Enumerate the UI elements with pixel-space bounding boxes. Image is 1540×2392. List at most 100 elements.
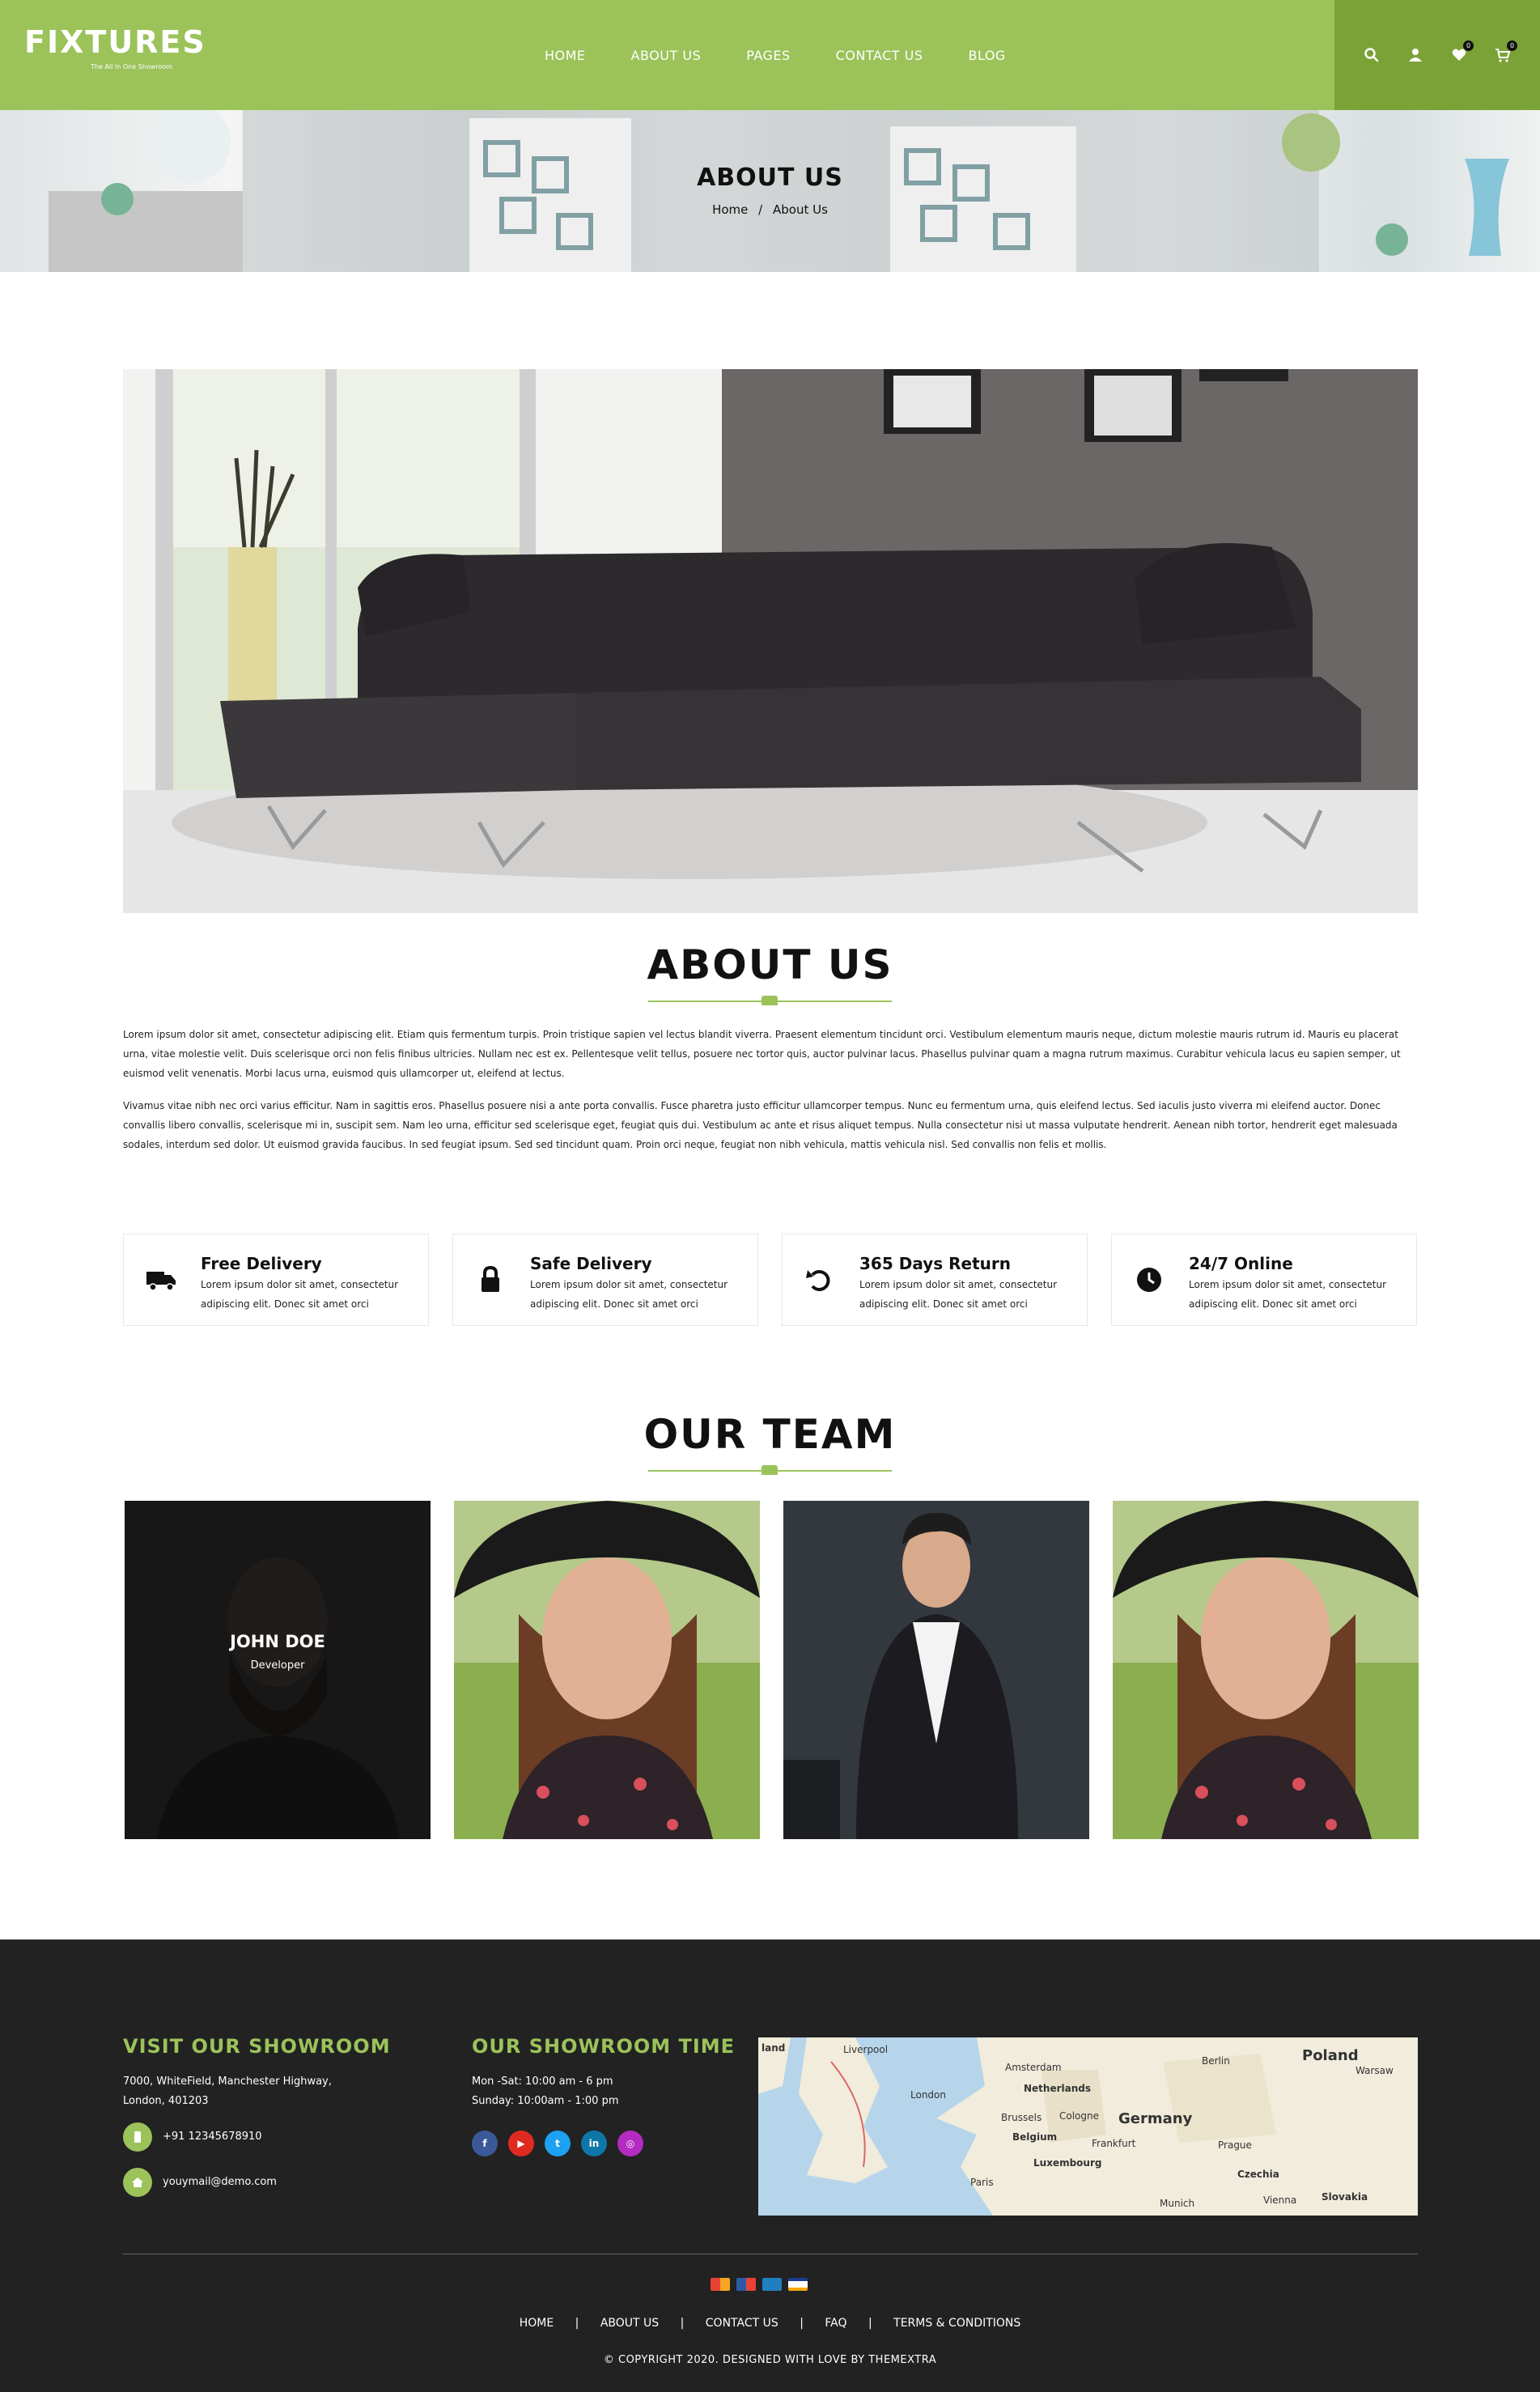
map-label-cologne: Cologne bbox=[1059, 2110, 1100, 2122]
footer-nav-separator: | bbox=[575, 2317, 579, 2330]
about-paragraph-2: Vivamus vitae nibh nec orci varius effic… bbox=[123, 1100, 1398, 1150]
feature-description: Lorem ipsum dolor sit amet, consectetur … bbox=[859, 1279, 1058, 1310]
nav-about-us[interactable]: ABOUT US bbox=[631, 48, 702, 63]
wishlist-count-badge: 0 bbox=[1463, 40, 1474, 51]
team-member-card[interactable] bbox=[454, 1501, 760, 1839]
logo[interactable]: FIXTURES The All In One Showroom bbox=[24, 24, 206, 70]
return-icon bbox=[804, 1265, 836, 1294]
map-label-berlin: Berlin bbox=[1202, 2055, 1230, 2067]
team-member-photo bbox=[1113, 1501, 1419, 1839]
footer-nav-separator: | bbox=[680, 2317, 685, 2330]
footer-nav-about-us[interactable]: ABOUT US bbox=[600, 2317, 659, 2330]
breadcrumb-separator: / bbox=[758, 202, 763, 217]
about-title-divider bbox=[648, 996, 892, 1005]
footer-nav: HOME | ABOUT US | CONTACT US | FAQ | TER… bbox=[0, 2317, 1540, 2330]
instagram-icon[interactable]: ◎ bbox=[617, 2131, 643, 2156]
feature-description: Lorem ipsum dolor sit amet, consectetur … bbox=[1189, 1279, 1387, 1310]
lock-icon bbox=[474, 1265, 507, 1294]
search-icon[interactable] bbox=[1364, 47, 1380, 63]
logo-tagline: The All In One Showroom bbox=[91, 63, 172, 70]
showroom-email[interactable]: youymail@demo.com bbox=[163, 2173, 277, 2192]
feature-description: Lorem ipsum dolor sit amet, consectetur … bbox=[201, 1279, 399, 1310]
map-label-netherlands: Netherlands bbox=[1024, 2083, 1092, 2094]
footer-nav-separator: | bbox=[800, 2317, 804, 2330]
team-member-photo bbox=[454, 1501, 760, 1839]
footer-nav-contact-us[interactable]: CONTACT US bbox=[706, 2317, 778, 2330]
feature-card-safe-delivery: Safe Delivery Lorem ipsum dolor sit amet… bbox=[452, 1234, 758, 1326]
divider-ornament bbox=[762, 1465, 778, 1475]
team-section-title: OUR TEAM bbox=[643, 1411, 897, 1458]
showroom-phone[interactable]: +91 12345678910 bbox=[163, 2127, 262, 2147]
map-label-luxembourg: Luxembourg bbox=[1033, 2157, 1102, 2169]
page-banner: ABOUT US Home / About Us bbox=[0, 110, 1540, 272]
feature-title: Free Delivery bbox=[201, 1254, 322, 1273]
map-land-shapes bbox=[758, 2037, 1418, 2216]
twitter-icon[interactable]: t bbox=[545, 2131, 571, 2156]
team-member-card[interactable] bbox=[1113, 1501, 1419, 1839]
nav-blog[interactable]: BLOG bbox=[969, 48, 1006, 63]
footer-nav-faq[interactable]: FAQ bbox=[825, 2317, 846, 2330]
youtube-icon[interactable]: ▶ bbox=[508, 2131, 534, 2156]
feature-title: Safe Delivery bbox=[530, 1254, 652, 1273]
footer-nav-terms[interactable]: TERMS & CONDITIONS bbox=[893, 2317, 1020, 2330]
truck-icon bbox=[145, 1265, 177, 1294]
team-member-role: Developer bbox=[250, 1659, 305, 1672]
map-label-paris: Paris bbox=[970, 2177, 994, 2188]
breadcrumb-home[interactable]: Home bbox=[712, 202, 748, 217]
nav-contact-us[interactable]: CONTACT US bbox=[836, 48, 923, 63]
site-header: FIXTURES The All In One Showroom HOME AB… bbox=[0, 0, 1540, 110]
header-icon-panel: 0 0 bbox=[1334, 0, 1540, 110]
facebook-icon[interactable]: f bbox=[472, 2131, 498, 2156]
map-label-munich: Munich bbox=[1160, 2198, 1195, 2209]
footer-nav-home[interactable]: HOME bbox=[520, 2317, 554, 2330]
phone-icon bbox=[123, 2122, 152, 2152]
main-nav: HOME ABOUT US PAGES CONTACT US BLOG bbox=[545, 0, 1006, 110]
logo-text: FIXTURES bbox=[24, 24, 206, 60]
site-footer: VISIT OUR SHOWROOM 7000, WhiteField, Man… bbox=[0, 1940, 1540, 2392]
showroom-time-heading: OUR SHOWROOM TIME bbox=[472, 2035, 736, 2058]
team-member-card[interactable] bbox=[783, 1501, 1089, 1839]
team-member-name: JOHN DOE bbox=[230, 1632, 325, 1651]
showroom-address-line2: London, 401203 bbox=[123, 2095, 209, 2107]
team-title-divider bbox=[648, 1465, 892, 1475]
paypal-icon bbox=[762, 2278, 782, 2291]
user-icon[interactable] bbox=[1407, 47, 1423, 63]
showroom-address-line1: 7000, WhiteField, Manchester Highway, bbox=[123, 2075, 332, 2088]
maestro-icon bbox=[736, 2278, 756, 2291]
breadcrumb: Home / About Us bbox=[0, 202, 1540, 217]
linkedin-icon[interactable]: in bbox=[581, 2131, 607, 2156]
about-paragraph-1: Lorem ipsum dolor sit amet, consectetur … bbox=[123, 1029, 1401, 1079]
map-label-prague: Prague bbox=[1218, 2139, 1252, 2151]
team-member-card[interactable]: JOHN DOE Developer bbox=[125, 1501, 431, 1839]
clock-icon bbox=[1133, 1265, 1165, 1294]
feature-card-24-7-online: 24/7 Online Lorem ipsum dolor sit amet, … bbox=[1111, 1234, 1417, 1326]
showroom-map[interactable]: land Liverpool London Amsterdam Netherla… bbox=[758, 2037, 1418, 2216]
about-hero-image bbox=[123, 369, 1418, 913]
map-label-land: land bbox=[762, 2042, 786, 2054]
page-title: ABOUT US bbox=[697, 164, 843, 192]
map-label-czechia: Czechia bbox=[1237, 2169, 1279, 2180]
breadcrumb-current: About Us bbox=[773, 202, 828, 217]
map-label-belgium: Belgium bbox=[1012, 2131, 1058, 2143]
map-label-vienna: Vienna bbox=[1263, 2194, 1297, 2206]
hours-weekday: Mon -Sat: 10:00 am - 6 pm bbox=[472, 2075, 613, 2088]
nav-home[interactable]: HOME bbox=[545, 48, 586, 63]
map-label-liverpool: Liverpool bbox=[843, 2044, 889, 2055]
feature-card-free-delivery: Free Delivery Lorem ipsum dolor sit amet… bbox=[123, 1234, 429, 1326]
copyright-text: © COPYRIGHT 2020. DESIGNED WITH LOVE BY … bbox=[603, 2354, 937, 2366]
showroom-heading: VISIT OUR SHOWROOM bbox=[123, 2035, 391, 2058]
map-label-warsaw: Warsaw bbox=[1355, 2065, 1394, 2076]
footer-nav-separator: | bbox=[868, 2317, 872, 2330]
cart-icon[interactable]: 0 bbox=[1495, 40, 1517, 63]
wishlist-heart-icon[interactable]: 0 bbox=[1451, 40, 1474, 63]
feature-title: 365 Days Return bbox=[859, 1254, 1011, 1273]
mastercard-icon bbox=[711, 2278, 730, 2291]
feature-title: 24/7 Online bbox=[1189, 1254, 1293, 1273]
map-label-slovakia: Slovakia bbox=[1322, 2191, 1368, 2203]
team-member-photo bbox=[783, 1501, 1089, 1839]
cart-count-badge: 0 bbox=[1507, 40, 1517, 51]
visa-icon bbox=[788, 2278, 808, 2291]
divider-ornament bbox=[762, 996, 778, 1005]
nav-pages[interactable]: PAGES bbox=[746, 48, 790, 63]
map-label-brussels: Brussels bbox=[1001, 2112, 1042, 2123]
